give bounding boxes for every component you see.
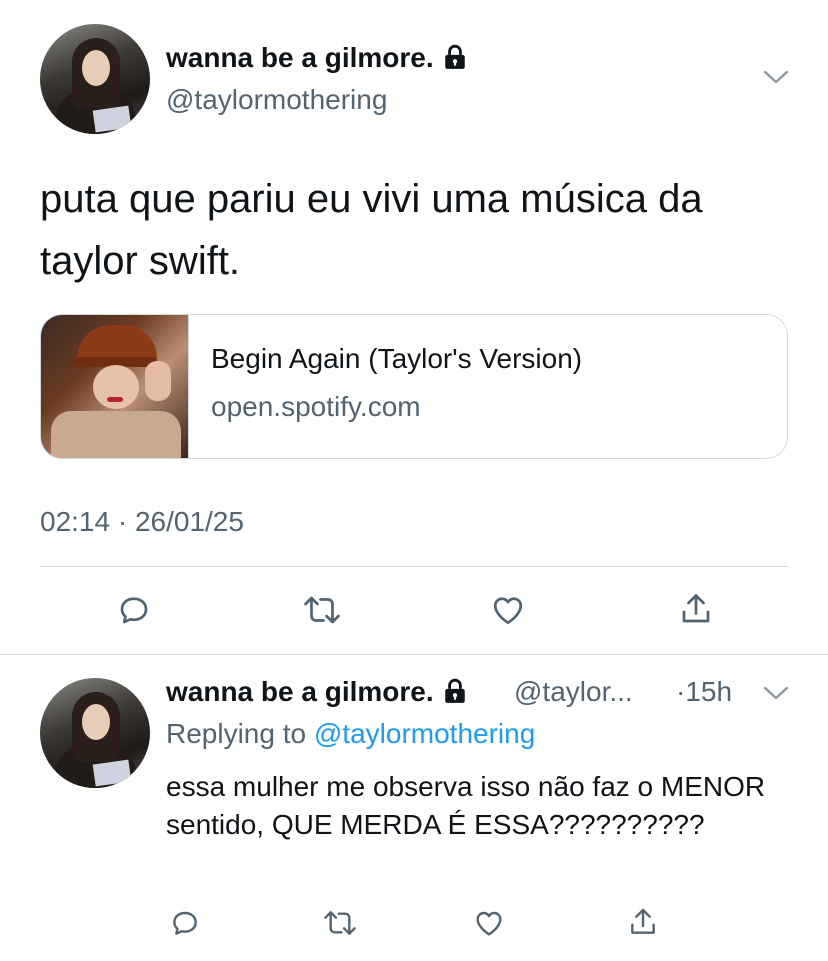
chevron-down-icon[interactable] [762, 682, 790, 709]
retweet-button[interactable] [320, 904, 360, 942]
user-handle[interactable]: @taylormothering [166, 84, 387, 116]
retweet-icon [324, 911, 356, 935]
reply-icon [120, 597, 148, 624]
tweet-text: puta que pariu eu vivi uma música da tay… [40, 177, 703, 283]
share-button[interactable] [676, 588, 716, 630]
avatar[interactable] [40, 24, 150, 134]
reply-icon [173, 911, 197, 935]
card-title: Begin Again (Taylor's Version) [211, 343, 583, 374]
reply-button[interactable] [166, 904, 204, 942]
replying-to: Replying to @taylormothering [166, 718, 536, 749]
like-button[interactable] [470, 904, 508, 942]
lock-icon [442, 44, 468, 77]
like-icon [476, 911, 502, 936]
share-icon [631, 908, 655, 934]
mention-link[interactable]: @taylormothering [314, 718, 535, 749]
reply-avatar[interactable] [40, 678, 150, 788]
lock-icon [442, 678, 468, 711]
display-name[interactable]: wanna be a gilmore. [166, 42, 468, 77]
reply-display-name[interactable]: wanna be a gilmore. [166, 676, 468, 711]
reply-text: essa mulher me observa isso não faz o ME… [166, 771, 766, 840]
retweet-icon [304, 596, 340, 624]
like-button[interactable] [488, 590, 528, 630]
share-button[interactable] [624, 902, 662, 942]
chevron-down-icon[interactable] [762, 66, 790, 93]
link-card[interactable]: Begin Again (Taylor's Version) open.spot… [40, 314, 788, 459]
reply-time[interactable]: ·15h [676, 676, 732, 708]
reply-handle[interactable]: @taylor... [514, 676, 633, 708]
like-icon [493, 597, 523, 625]
timestamp[interactable]: 02:14 · 26/01/25 [40, 506, 244, 538]
card-domain: open.spotify.com [211, 391, 421, 422]
divider [0, 654, 828, 655]
share-icon [682, 594, 710, 623]
divider [40, 566, 788, 567]
card-thumbnail [41, 315, 189, 458]
retweet-button[interactable] [300, 590, 344, 630]
reply-button[interactable] [114, 590, 154, 630]
